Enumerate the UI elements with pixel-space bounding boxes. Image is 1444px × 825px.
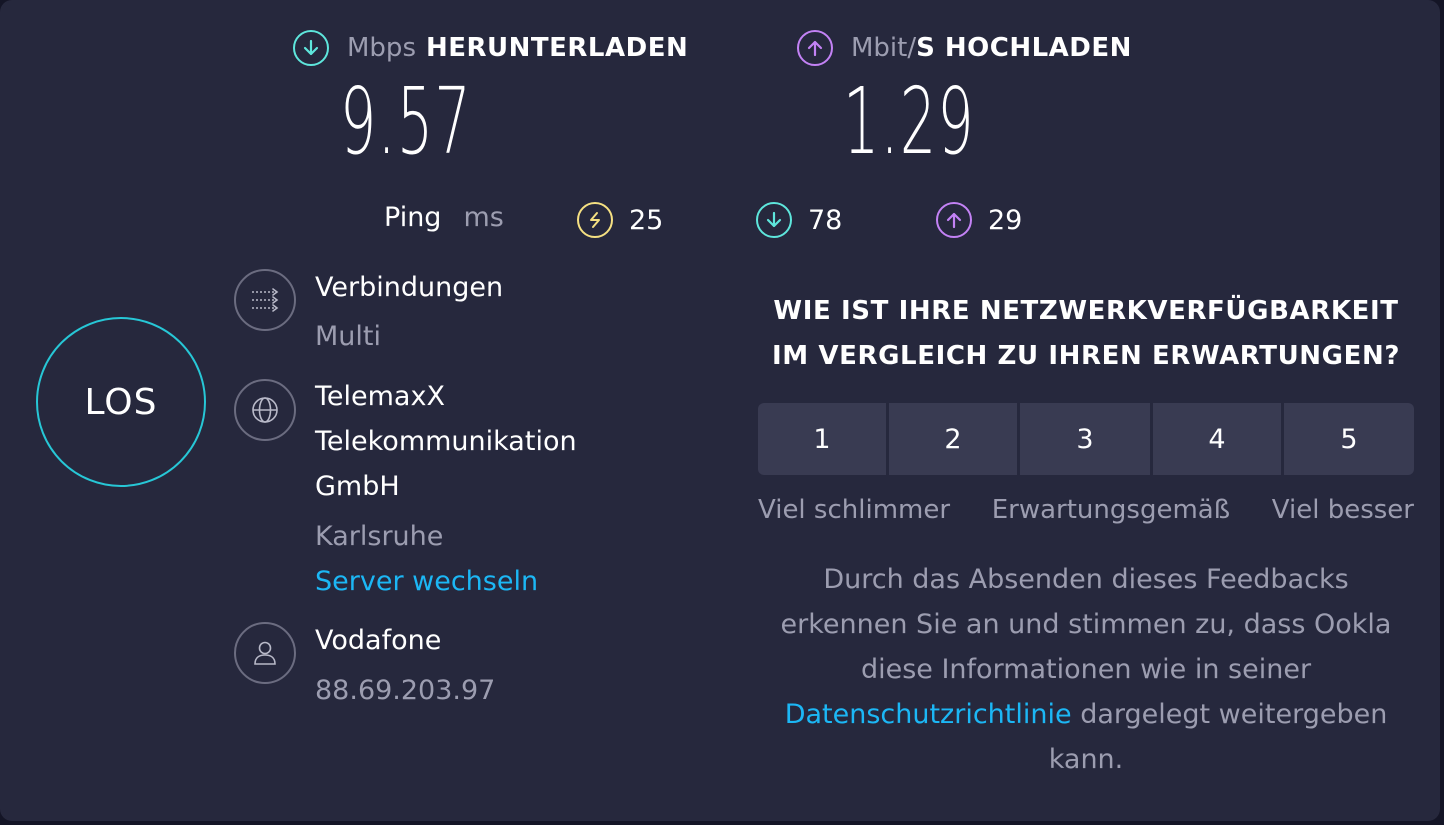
download-arrow-icon bbox=[293, 30, 329, 66]
survey-question: WIE IST IHRE NETZWERKVERFÜGBARKEIT IM VE… bbox=[758, 289, 1414, 379]
provider-name: Vodafone bbox=[315, 625, 442, 656]
disclaimer-line-4-rest: dargelegt weitergeben bbox=[1071, 699, 1388, 730]
rating-button-2[interactable]: 2 bbox=[889, 403, 1017, 475]
connections-label: Verbindungen bbox=[315, 272, 504, 303]
ping-down-value: 78 bbox=[808, 204, 843, 236]
rating-button-1[interactable]: 1 bbox=[758, 403, 886, 475]
disclaimer-line-5: kann. bbox=[1048, 744, 1124, 775]
user-icon bbox=[234, 622, 296, 684]
upload-value: 1.29 bbox=[843, 68, 975, 175]
scale-mid-label: Erwartungsgemäß bbox=[991, 495, 1231, 525]
ping-unit: ms bbox=[463, 202, 504, 233]
download-arrow-icon bbox=[756, 202, 792, 238]
provider-ip: 88.69.203.97 bbox=[315, 675, 496, 706]
upload-unit: Mbit/ bbox=[851, 33, 917, 63]
disclaimer-line-3: diese Informationen wie in seiner bbox=[860, 654, 1312, 685]
change-server-link[interactable]: Server wechseln bbox=[315, 559, 538, 604]
upload-arrow-icon bbox=[797, 30, 833, 66]
rating-button-5[interactable]: 5 bbox=[1284, 403, 1414, 475]
server-name-line-1: TelemaxX bbox=[315, 381, 445, 412]
server-name-line-2: Telekommunikation bbox=[315, 426, 577, 457]
disclaimer-line-2: erkennen Sie an und stimmen zu, dass Ook… bbox=[780, 609, 1392, 640]
feedback-disclaimer: Durch das Absenden dieses Feedbacks erke… bbox=[740, 557, 1432, 782]
rating-button-4[interactable]: 4 bbox=[1153, 403, 1281, 475]
ping-row: Ping ms bbox=[384, 202, 504, 233]
download-title: HERUNTERLADEN bbox=[426, 33, 689, 63]
download-value: 9.57 bbox=[340, 68, 472, 175]
survey-question-line-2: IM VERGLEICH ZU IHREN ERWARTUNGEN? bbox=[772, 341, 1400, 371]
scale-low-label: Viel schlimmer bbox=[758, 495, 951, 525]
start-test-button[interactable]: LOS bbox=[36, 317, 206, 487]
ping-idle-value: 25 bbox=[629, 204, 664, 236]
rating-scale-labels: Viel schlimmer Erwartungsgemäß Viel bess… bbox=[758, 488, 1414, 533]
survey-question-line-1: WIE IST IHRE NETZWERKVERFÜGBARKEIT bbox=[773, 296, 1399, 326]
ping-label: Ping bbox=[384, 202, 442, 233]
server-name-line-3: GmbH bbox=[315, 471, 400, 502]
disclaimer-line-4: Datenschutzrichtlinie dargelegt weiterge… bbox=[740, 692, 1432, 737]
ping-idle: 25 bbox=[577, 202, 663, 238]
download-header: Mbps HERUNTERLADEN bbox=[293, 30, 688, 66]
connections-icon bbox=[234, 269, 296, 331]
disclaimer-line-1: Durch das Absenden dieses Feedbacks bbox=[823, 564, 1349, 595]
rating-button-3[interactable]: 3 bbox=[1020, 403, 1150, 475]
ping-down: 78 bbox=[756, 202, 842, 238]
ping-up: 29 bbox=[936, 202, 1022, 238]
scale-high-label: Viel besser bbox=[1271, 495, 1414, 525]
rating-scale: 1 2 3 4 5 bbox=[758, 403, 1414, 475]
server-location: Karlsruhe bbox=[315, 521, 444, 552]
ping-idle-icon bbox=[577, 202, 613, 238]
connections-value: Multi bbox=[315, 321, 381, 352]
speedtest-panel: Mbps HERUNTERLADEN 9.57 Mbit/ S HOCHLADE… bbox=[0, 0, 1440, 821]
ping-up-value: 29 bbox=[988, 204, 1023, 236]
upload-header: Mbit/ S HOCHLADEN bbox=[797, 30, 1132, 66]
upload-arrow-icon bbox=[936, 202, 972, 238]
globe-icon bbox=[234, 379, 296, 441]
privacy-policy-link[interactable]: Datenschutzrichtlinie bbox=[785, 699, 1072, 730]
download-unit: Mbps bbox=[347, 33, 416, 63]
upload-title: S HOCHLADEN bbox=[916, 33, 1132, 63]
